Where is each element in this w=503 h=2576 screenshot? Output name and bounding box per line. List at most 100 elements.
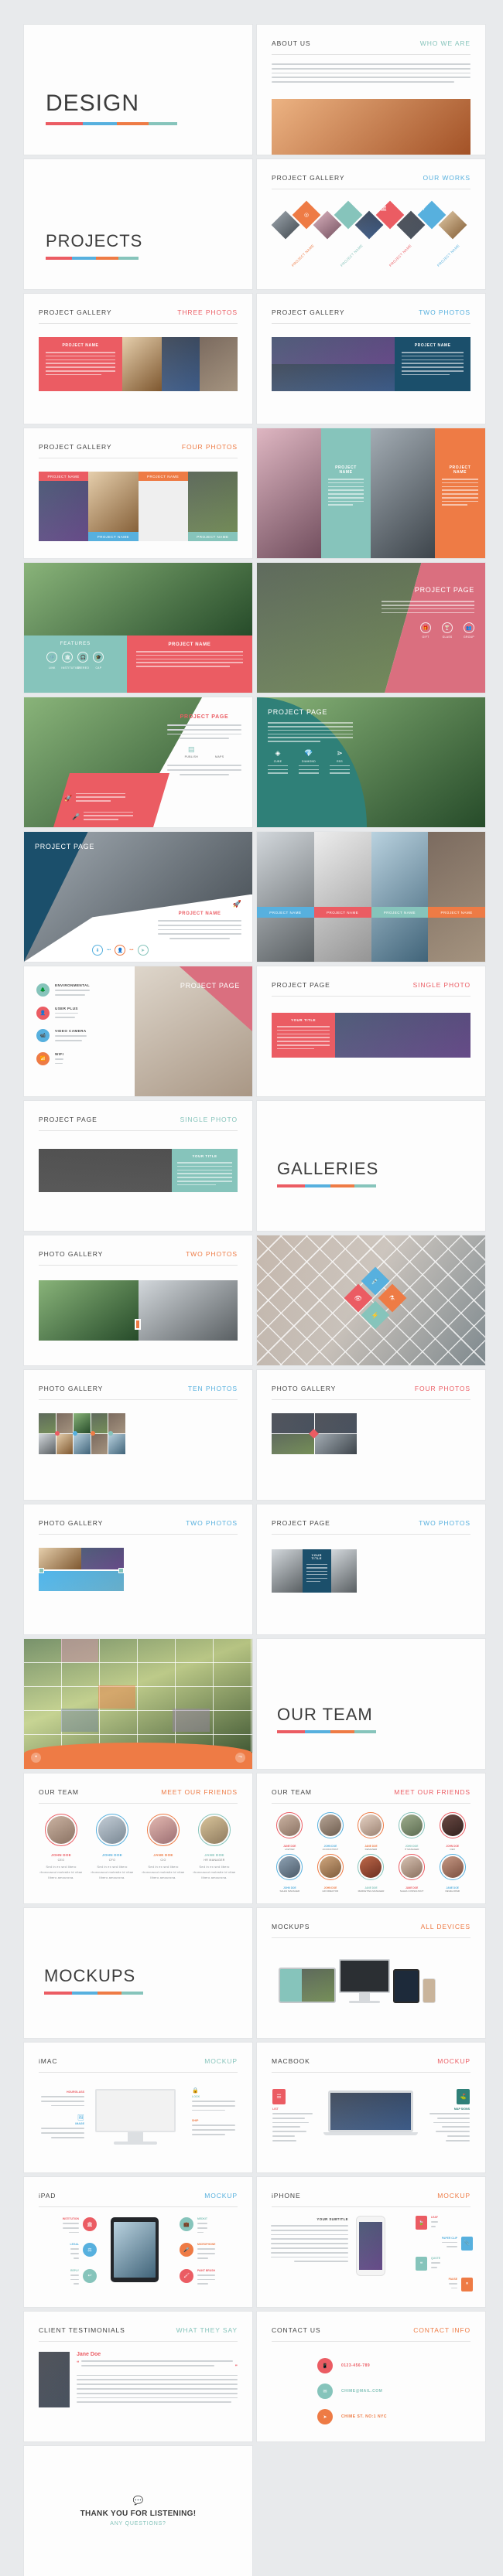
gallery-photo[interactable]	[81, 1548, 124, 1569]
slide-photo-gallery-diamonds[interactable]: 👁 💉 ⚗ ⚡	[257, 1235, 485, 1365]
group-icon[interactable]: 👥	[464, 622, 474, 634]
gift-icon[interactable]: 🎁	[420, 622, 431, 634]
contact-row[interactable]: 📱 0123-456-789	[317, 2358, 387, 2373]
slide-project-page-two[interactable]: PROJECT PAGE TWO PHOTOS YOUR TITLE	[257, 1504, 485, 1634]
paper-clip-icon[interactable]: 📎	[461, 2236, 473, 2251]
publish-icon[interactable]: ▤	[185, 745, 198, 754]
legal-icon[interactable]: ⚖	[83, 2243, 97, 2257]
gallery-photo[interactable]	[272, 1434, 314, 1454]
slide-mockup-ipad[interactable]: iPAD MOCKUP INSTITUTION 🏛 LEGAL ⚖ REPLY …	[24, 2177, 252, 2307]
single-photo[interactable]	[39, 1149, 173, 1192]
share-button[interactable]: ⤳	[235, 1753, 245, 1763]
cap-icon[interactable]: 🎓	[93, 652, 104, 663]
slide-mockup-macbook[interactable]: MACBOOK MOCKUP ☰ LIST ⛳ MAP SIGNS	[257, 2043, 485, 2172]
team-member[interactable]: JANE DOE SALES CONSULTANT	[394, 1854, 430, 1893]
slide-project-gallery-four[interactable]: PROJECT GALLERY FOUR PHOTOS PROJECT NAME…	[24, 428, 252, 558]
tile[interactable]: PROJECT NAME	[257, 832, 314, 962]
image-icon[interactable]: 🖼	[41, 2114, 84, 2121]
slide-project-bike-features[interactable]: FEATURES 🔗 🏛 🎧 🎓 LINK INSTITUTION STEREO…	[24, 563, 252, 693]
institution-icon[interactable]: 🏛	[83, 2217, 97, 2231]
wifi-icon[interactable]: 📶	[36, 1051, 50, 1065]
slide-project-poppies[interactable]: PROJECT PAGE ◈ CUBE 💎 DIAMOND ⋗ RSS	[257, 697, 485, 827]
paint-brush-icon[interactable]: 🖌	[180, 2268, 193, 2283]
team-member[interactable]: JANE DOE DESIGNER	[353, 1812, 389, 1851]
slide-cover-mockups[interactable]: MOCKUPS	[24, 1908, 252, 2038]
gallery-photo[interactable]	[39, 1280, 139, 1341]
tile[interactable]: PROJECT NAME	[313, 832, 371, 962]
gallery-photo[interactable]	[91, 1434, 108, 1454]
slide-project-ship[interactable]: PROJECT PAGE 🚀 PROJECT NAME ⬇ •▪• 👤 •▪• …	[24, 832, 252, 962]
tree-icon[interactable]: 🌲	[36, 983, 50, 997]
gallery-photo[interactable]	[39, 1548, 81, 1569]
slide-photo-gallery-two[interactable]: PHOTO GALLERY TWO PHOTOS	[24, 1235, 252, 1365]
gallery-photo[interactable]	[88, 472, 139, 541]
team-member[interactable]: JANE DOE LAWYER	[272, 1812, 308, 1851]
list-icon[interactable]: ☰	[272, 2089, 286, 2104]
team-member[interactable]: JANE DOE CIO Sed in ex sed libero rhoncu…	[141, 1814, 186, 1880]
gallery-photo[interactable]	[314, 1413, 357, 1433]
team-member[interactable]: JANE DOE DEVELOPER	[434, 1854, 470, 1893]
gallery-photo[interactable]	[39, 1571, 124, 1591]
map-signs-icon[interactable]: ⛳	[457, 2089, 470, 2104]
slide-mockup-imac[interactable]: iMAC MOCKUP HOURGLASS 🖼 IMAGE 🔒 LOCK SHIP	[24, 2043, 252, 2172]
slide-our-team-four[interactable]: OUR TEAM MEET OUR FRIENDS JOHN DOE CEO S…	[24, 1774, 252, 1903]
contact-row[interactable]: ➤ CHIME ST. NO:1 NYC	[317, 2409, 387, 2424]
slide-mockup-iphone[interactable]: iPHONE MOCKUP YOUR SUBTITLE 🍃 LEAF 📎 PAP…	[257, 2177, 485, 2307]
stereo-icon[interactable]: 🎧	[77, 652, 89, 663]
team-member[interactable]: JANE DOE HR MANAGER Sed in ex sed libero…	[192, 1814, 237, 1880]
team-member[interactable]: JOHN DOE SALES MANAGER	[272, 1854, 308, 1893]
slide-cover-projects[interactable]: PROJECTS	[24, 159, 252, 289]
gallery-photo[interactable]	[39, 1413, 56, 1433]
user-plus-icon[interactable]: 👤	[115, 945, 126, 956]
hero-photo[interactable]	[371, 428, 436, 558]
hero-photo[interactable]	[257, 428, 321, 558]
video-camera-icon[interactable]: 📹	[36, 1029, 50, 1043]
gallery-photo[interactable]	[200, 337, 238, 391]
slide-project-single-photo-2[interactable]: PROJECT PAGE SINGLE PHOTO YOUR TITLE	[24, 1101, 252, 1231]
slide-cover-our-team[interactable]: OUR TEAM	[257, 1639, 485, 1769]
gallery-photo[interactable]	[272, 1549, 303, 1593]
gallery-photo[interactable]	[272, 364, 395, 391]
reply-icon[interactable]: ↩	[83, 2268, 97, 2283]
gallery-photo[interactable]	[272, 337, 395, 364]
single-photo[interactable]	[335, 1013, 470, 1058]
leaf-icon[interactable]: 🍃	[416, 2216, 427, 2230]
tile[interactable]: PROJECT NAME	[371, 832, 429, 962]
slide-cover-galleries[interactable]: GALLERIES	[257, 1101, 485, 1231]
team-member[interactable]: JOHN DOE ACCOUNTANT	[313, 1812, 349, 1851]
slide-project-gallery-three[interactable]: PROJECT GALLERY THREE PHOTOS PROJECT NAM…	[24, 294, 252, 424]
institution-icon[interactable]: 🏛	[62, 652, 74, 663]
rss-icon[interactable]: ⋗	[330, 749, 350, 758]
slide-project-list-cubes[interactable]: 🌲 ENVIRONMENTAL 👤 USER PLUS 📹 VIDEO CAME…	[24, 966, 252, 1096]
team-member[interactable]: JOHN DOE IT MANAGER	[394, 1812, 430, 1851]
gallery-photo[interactable]	[108, 1434, 125, 1454]
slide-project-gallery-two[interactable]: PROJECT GALLERY TWO PHOTOS PROJECT NAME	[257, 294, 485, 424]
cube-icon[interactable]: ◈	[268, 749, 288, 758]
gallery-photo[interactable]	[39, 1434, 56, 1454]
user-plus-icon[interactable]: 👤	[36, 1006, 50, 1020]
pause-icon[interactable]: ⏸	[461, 2277, 473, 2291]
slide-mockups-all[interactable]: MOCKUPS ALL DEVICES	[257, 1908, 485, 2038]
gallery-photo[interactable]	[330, 1549, 357, 1593]
gallery-photo[interactable]	[121, 337, 163, 391]
gallery-photo[interactable]	[162, 337, 200, 391]
gallery-photo[interactable]	[74, 1434, 91, 1454]
gallery-cell[interactable]: PROJECT NAME	[138, 472, 188, 541]
slide-contact-us[interactable]: CONTACT US CONTACT INFO 📱 0123-456-789 ✉…	[257, 2312, 485, 2441]
medkit-icon[interactable]: 💼	[180, 2217, 193, 2231]
team-member[interactable]: JOHN DOE CFO Sed in ex sed libero rhoncu…	[90, 1814, 135, 1880]
gallery-photo[interactable]	[138, 1280, 238, 1341]
gallery-photo[interactable]	[187, 472, 238, 541]
slide-project-four-tiles[interactable]: PROJECT NAME PROJECT NAME PROJECT NAME P…	[257, 832, 485, 962]
slide-project-gallery-diamonds[interactable]: PROJECT GALLERY OUR WORKS ◎ 🏛 ⚲ PROJECT …	[257, 159, 485, 289]
link-icon[interactable]: 🔗	[46, 652, 58, 663]
glass-icon[interactable]: 🍸	[442, 622, 453, 634]
send-icon[interactable]: ➤	[137, 945, 149, 956]
quote-button[interactable]: ❝	[31, 1753, 41, 1763]
gallery-photo[interactable]	[314, 1434, 357, 1454]
team-member[interactable]: JOHN DOE CEO	[434, 1812, 470, 1851]
slide-thank-you[interactable]: 💬 THANK YOU FOR LISTENING! ANY QUESTIONS…	[24, 2446, 252, 2576]
hero-photo[interactable]	[24, 563, 252, 636]
gallery-photo[interactable]	[272, 1413, 314, 1433]
slide-our-team-ten[interactable]: OUR TEAM MEET OUR FRIENDS JANE DOE LAWYER…	[257, 1774, 485, 1903]
